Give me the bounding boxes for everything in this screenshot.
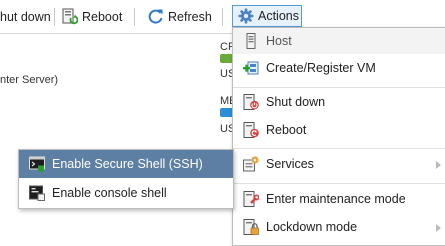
menu-item-label: Shut down [266, 95, 326, 109]
actions-menu: Host Create/Register VM Shut down Reboot… [232, 27, 445, 246]
menu-item-label: Enable console shell [52, 186, 167, 200]
menu-item-label: Reboot [266, 123, 307, 137]
gear-icon [238, 8, 254, 24]
menu-divider [233, 183, 445, 184]
menu-item-enable-console-shell[interactable]: Enable console shell [19, 179, 233, 207]
shutdown-button[interactable]: hut down [0, 9, 51, 25]
menu-item-label: Lockdown mode [266, 220, 358, 234]
menu-item-lockdown-mode[interactable]: Lockdown mode [233, 214, 445, 240]
menu-item-reboot[interactable]: Reboot [233, 117, 445, 143]
menu-item-create-register-vm[interactable]: Create/Register VM [233, 55, 445, 81]
lockdown-icon [243, 219, 259, 235]
server-text: nter Server) [0, 74, 59, 86]
menu-item-label: Create/Register VM [266, 61, 376, 75]
shutdown-icon [243, 94, 259, 110]
menu-item-label: Services [266, 157, 314, 171]
menu-item-label: Enter maintenance mode [266, 192, 406, 206]
menu-header-label: Host [266, 34, 292, 48]
menu-item-enter-maintenance-mode[interactable]: Enter maintenance mode [233, 186, 445, 212]
console-shell-icon [29, 185, 45, 201]
menu-item-label: Enable Secure Shell (SSH) [52, 157, 203, 171]
refresh-icon[interactable] [148, 8, 164, 25]
refresh-button[interactable]: Refresh [168, 9, 212, 25]
menu-divider [233, 148, 445, 149]
host-icon [246, 33, 256, 49]
toolbar-divider [54, 8, 55, 26]
reboot-icon [243, 122, 259, 138]
reboot-icon[interactable] [62, 8, 78, 25]
services-submenu: Enable Secure Shell (SSH) Enable console… [18, 149, 234, 209]
ssh-icon [29, 156, 45, 172]
submenu-arrow-icon [436, 224, 441, 232]
reboot-button[interactable]: Reboot [82, 9, 122, 25]
actions-label: Actions [258, 9, 299, 23]
toolbar-divider [134, 8, 135, 26]
toolbar-divider [222, 8, 223, 26]
menu-item-shut-down[interactable]: Shut down [233, 89, 445, 115]
maintenance-icon [243, 191, 259, 207]
menu-divider [233, 87, 445, 88]
menu-item-enable-ssh[interactable]: Enable Secure Shell (SSH) [19, 150, 233, 178]
menu-item-services[interactable]: Services [233, 151, 445, 177]
create-vm-icon [243, 61, 259, 75]
submenu-arrow-icon [436, 161, 441, 169]
actions-button[interactable]: Actions [232, 5, 302, 27]
services-icon [243, 156, 259, 172]
menu-header-host: Host [233, 28, 445, 54]
